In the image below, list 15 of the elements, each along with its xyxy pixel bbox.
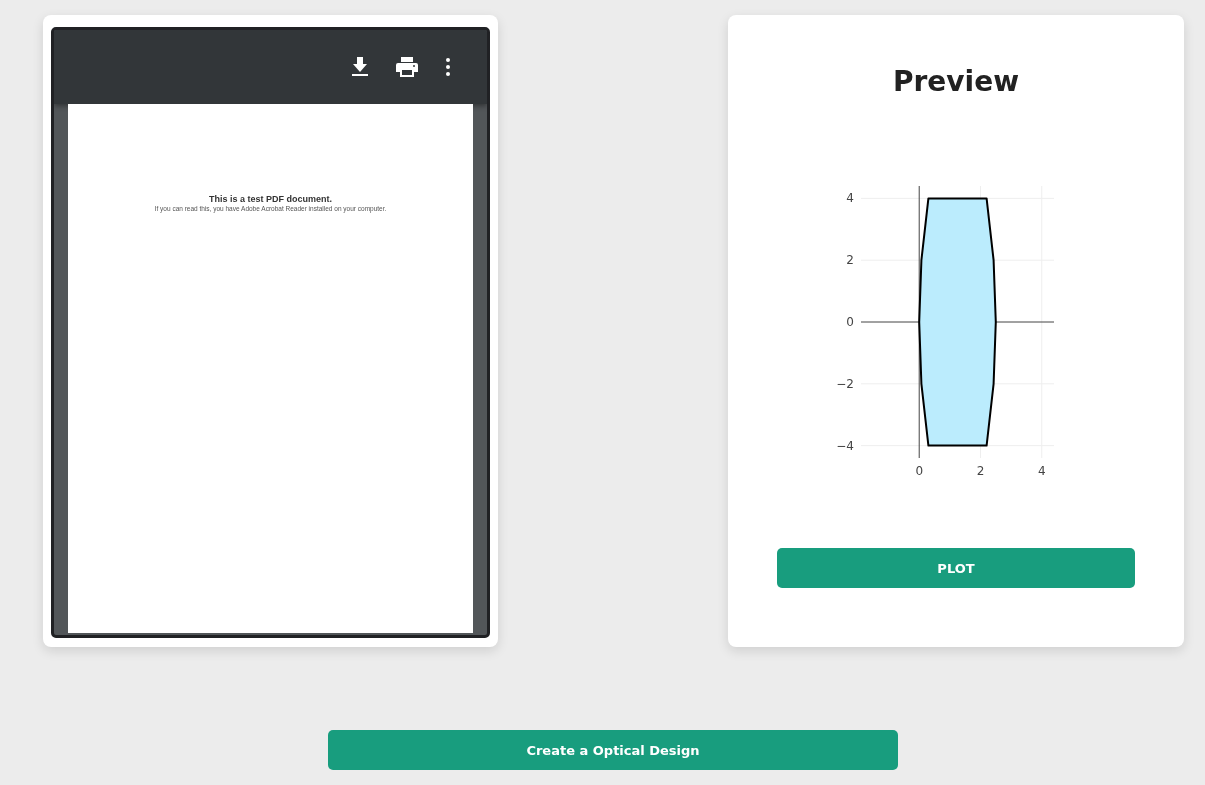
create-design-button[interactable]: Create a Optical Design — [328, 730, 898, 770]
y-tick-label: 2 — [846, 253, 854, 268]
x-tick-label: 4 — [1037, 464, 1046, 478]
y-tick-label: −4 — [836, 438, 854, 453]
more-icon[interactable] — [445, 58, 451, 76]
y-tick-label: 4 — [846, 191, 854, 206]
x-tick-label: 2 — [976, 464, 985, 478]
pdf-heading: This is a test PDF document. — [209, 194, 332, 204]
preview-title: Preview — [893, 65, 1019, 98]
plot-button[interactable]: PLOT — [777, 548, 1135, 588]
y-tick-label: −2 — [836, 376, 854, 391]
y-tick-label: 0 — [846, 315, 854, 329]
x-tick-label: 0 — [915, 464, 924, 478]
download-icon[interactable] — [351, 57, 369, 77]
print-icon[interactable] — [396, 57, 418, 77]
